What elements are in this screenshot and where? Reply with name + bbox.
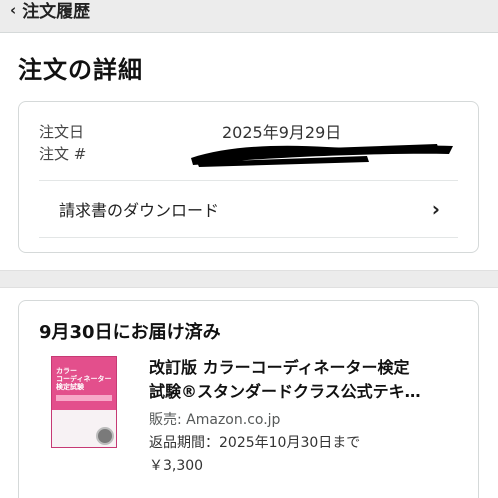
chevron-right-icon: › (431, 197, 440, 221)
redacted-order-number (191, 144, 453, 167)
order-date-label: 注文日 (39, 123, 85, 141)
return-window: 返品期間：2025年10月30日まで (149, 435, 361, 451)
order-number-label: 注文 # (39, 145, 87, 163)
seller-info: 販売: Amazon.co.jp (149, 412, 281, 428)
item-price: ￥3,300 (149, 458, 204, 474)
back-label: 注文履歴 (22, 2, 91, 22)
download-invoice-link[interactable]: 請求書のダウンロード › (39, 181, 458, 237)
order-summary-card: 注文日 2025年9月29日 注文 # 請求書のダウンロード › (18, 101, 479, 253)
badge-icon (96, 427, 114, 445)
section-separator (0, 270, 498, 288)
product-title-line1: 改訂版 カラーコーディネーター検定 (149, 358, 410, 377)
product-thumbnail[interactable]: カラー コーディネーター 検定試験 (51, 356, 117, 448)
shipment-card: 9月30日にお届け済み カラー コーディネーター 検定試験 改訂版 カラーコーディネ… (18, 300, 479, 498)
divider (39, 237, 458, 238)
page-title: 注文の詳細 (18, 56, 143, 84)
product-title-line2: 試験®スタンダードクラス公式テキ… (149, 382, 421, 401)
product-title-link[interactable]: 改訂版 カラーコーディネーター検定 試験®スタンダードクラス公式テキ… (149, 356, 469, 404)
top-bar: ‹ 注文履歴 (0, 0, 498, 33)
delivery-status: 9月30日にお届け済み (39, 322, 221, 343)
chevron-left-icon: ‹ (10, 0, 17, 19)
download-invoice-label: 請求書のダウンロード (59, 201, 220, 220)
thumbnail-title-text: カラー コーディネーター 検定試験 (56, 367, 112, 391)
back-to-order-history[interactable]: ‹ 注文履歴 (10, 0, 91, 23)
